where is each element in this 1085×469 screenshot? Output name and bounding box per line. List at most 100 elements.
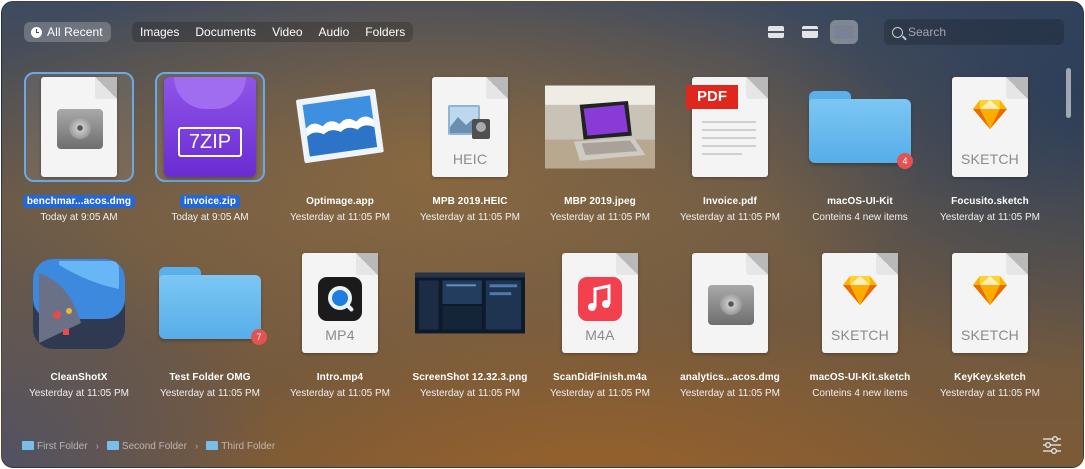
heic-label: HEIC <box>452 151 488 167</box>
file-date: Yesterday at 11:05 PM <box>549 212 651 223</box>
column-view-button[interactable] <box>796 20 824 44</box>
search-input[interactable] <box>908 25 1048 39</box>
folder-icon <box>206 441 219 450</box>
cleanshot-app-icon <box>33 259 125 349</box>
pdf-label: PDF <box>686 85 738 109</box>
m4a-label: M4A <box>585 327 615 343</box>
file-item[interactable]: benchmar...acos.dmg Today at 9:05 AM <box>14 72 144 242</box>
file-thumbnail: SKETCH <box>935 248 1045 358</box>
file-item[interactable]: analytics...acos.dmg Yesterday at 11:05 … <box>665 248 795 418</box>
file-thumbnail <box>24 248 134 358</box>
disk-image-icon <box>692 253 768 353</box>
file-name: macOS-UI-Kit.sketch <box>809 372 911 383</box>
new-items-badge: 4 <box>897 153 913 169</box>
sketch-label: SKETCH <box>961 151 1019 167</box>
file-date: Yesterday at 11:05 PM <box>289 388 391 399</box>
file-name: Focusito.sketch <box>951 196 1029 207</box>
column-view-icon <box>802 26 818 38</box>
file-item[interactable]: MBP 2019.jpeg Yesterday at 11:05 PM <box>535 72 665 242</box>
file-thumbnail <box>415 248 525 358</box>
recent-files-window: All Recent Images Documents Video Audio … <box>1 1 1084 468</box>
file-date: Yesterday at 11:05 PM <box>679 212 781 223</box>
chevron-right-icon: › <box>95 441 99 452</box>
folder-item[interactable]: 7 Test Folder OMG Yesterday at 11:05 PM <box>145 248 275 418</box>
heic-file-icon: HEIC <box>432 77 508 177</box>
list-view-icon <box>768 26 784 38</box>
file-item[interactable]: SKETCH Focusito.sketch Yesterday at 11:0… <box>925 72 1055 242</box>
breadcrumb-item[interactable]: Third Folder <box>206 441 275 452</box>
clock-icon <box>31 26 42 38</box>
file-item[interactable]: CleanShotX Yesterday at 11:05 PM <box>14 248 144 418</box>
file-name: benchmar...acos.dmg <box>22 195 136 208</box>
all-recent-button[interactable]: All Recent <box>24 22 111 42</box>
file-thumbnail: 7 <box>155 248 267 358</box>
filter-folders[interactable]: Folders <box>357 22 413 42</box>
mp4-label: MP4 <box>325 327 355 343</box>
file-name: MBP 2019.jpeg <box>564 196 636 207</box>
file-thumbnail: M4A <box>545 248 655 358</box>
file-thumbnail: PDF <box>675 72 785 182</box>
screenshot-thumbnail <box>415 272 525 334</box>
new-items-badge: 7 <box>251 329 267 345</box>
file-item[interactable]: ScreenShot 12.32.3.png Yesterday at 11:0… <box>405 248 535 418</box>
file-date: Yesterday at 11:05 PM <box>419 212 521 223</box>
filter-images[interactable]: Images <box>132 22 187 42</box>
disk-image-icon <box>41 77 117 177</box>
file-item[interactable]: 7ZIP invoice.zip Today at 9:05 AM <box>145 72 275 242</box>
sketch-label: SKETCH <box>831 327 889 343</box>
zip-archive-icon: 7ZIP <box>164 77 256 177</box>
filter-video[interactable]: Video <box>264 22 310 42</box>
file-name: Test Folder OMG <box>169 372 251 383</box>
file-item[interactable]: MP4 Intro.mp4 Yesterday at 11:05 PM <box>275 248 405 418</box>
filter-documents[interactable]: Documents <box>187 22 264 42</box>
filter-audio[interactable]: Audio <box>311 22 358 42</box>
filter-segmented-control: Images Documents Video Audio Folders <box>132 22 414 42</box>
search-field[interactable] <box>884 19 1064 45</box>
search-icon <box>892 26 903 38</box>
grid-view-icon <box>835 25 853 39</box>
chevron-right-icon: › <box>194 441 199 452</box>
zip-label: 7ZIP <box>178 127 242 157</box>
breadcrumb-item[interactable]: First Folder <box>22 441 88 452</box>
file-thumbnail <box>24 72 134 182</box>
folder-icon: 4 <box>809 91 913 169</box>
file-name: Invoice.pdf <box>703 196 757 207</box>
breadcrumb-item[interactable]: Second Folder <box>106 441 187 452</box>
file-name: Intro.mp4 <box>316 372 364 383</box>
grid-view-button[interactable] <box>830 20 858 44</box>
file-thumbnail <box>675 248 785 358</box>
list-view-button[interactable] <box>762 20 790 44</box>
file-item[interactable]: M4A ScanDidFinish.m4a Yesterday at 11:05… <box>535 248 665 418</box>
file-thumbnail: 4 <box>805 72 915 182</box>
file-thumbnail: MP4 <box>285 248 395 358</box>
file-date: Yesterday at 11:05 PM <box>939 388 1041 399</box>
vertical-scrollbar[interactable] <box>1066 68 1071 118</box>
file-thumbnail: HEIC <box>415 72 525 182</box>
settings-sliders-icon[interactable] <box>1042 436 1062 454</box>
optimage-app-icon <box>296 89 384 164</box>
breadcrumb: First Folder › Second Folder › Third Fol… <box>22 441 275 452</box>
file-name: Optimage.app <box>306 196 374 207</box>
sketch-file-icon: SKETCH <box>952 253 1028 353</box>
file-item[interactable]: Optimage.app Yesterday at 11:05 PM <box>275 72 405 242</box>
file-item[interactable]: SKETCH KeyKey.sketch Yesterday at 11:05 … <box>925 248 1055 418</box>
file-date: Conteins 4 new items <box>812 212 908 223</box>
folder-item[interactable]: 4 macOS-UI-Kit Conteins 4 new items <box>795 72 925 242</box>
folder-icon: 7 <box>159 267 267 345</box>
file-date: Yesterday at 11:05 PM <box>549 388 651 399</box>
file-name: MPB 2019.HEIC <box>432 196 508 207</box>
sketch-file-icon: SKETCH <box>952 77 1028 177</box>
file-item[interactable]: HEIC MPB 2019.HEIC Yesterday at 11:05 PM <box>405 72 535 242</box>
sketch-file-icon: SKETCH <box>822 253 898 353</box>
file-date: Today at 9:05 AM <box>171 212 249 223</box>
file-thumbnail: SKETCH <box>805 248 915 358</box>
folder-icon <box>22 441 34 450</box>
file-name: CleanShotX <box>50 372 108 383</box>
file-thumbnail: SKETCH <box>935 72 1045 182</box>
m4a-file-icon: M4A <box>562 253 638 353</box>
file-thumbnail <box>545 72 655 182</box>
file-item[interactable]: SKETCH macOS-UI-Kit.sketch Conteins 4 ne… <box>795 248 925 418</box>
file-item[interactable]: PDF Invoice.pdf Yesterday at 11:05 PM <box>665 72 795 242</box>
file-name: ScreenShot 12.32.3.png <box>412 372 528 383</box>
view-mode-switcher <box>762 20 858 44</box>
